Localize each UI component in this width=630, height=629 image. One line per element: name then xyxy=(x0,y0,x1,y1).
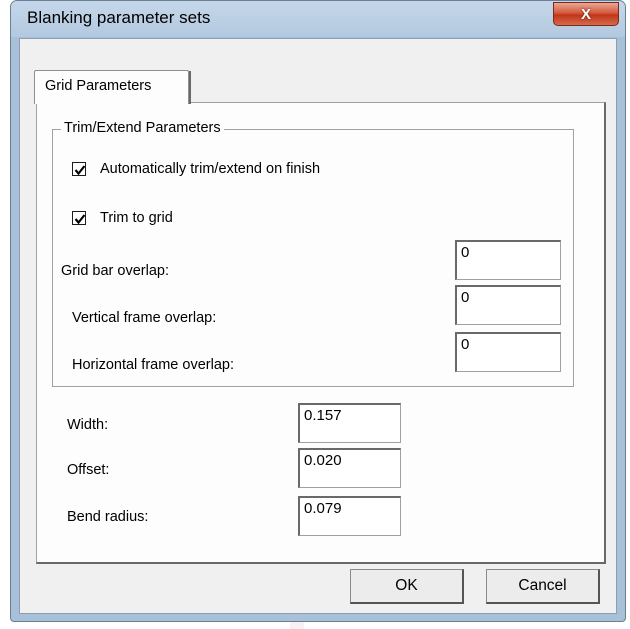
window-title: Blanking parameter sets xyxy=(27,8,211,27)
tab-panel: Trim/Extend Parameters Automatically tri… xyxy=(36,102,606,564)
ok-button[interactable]: OK xyxy=(350,569,464,604)
dialog-client-area: Grid Parameters Trim/Extend Parameters A… xyxy=(19,38,617,614)
width-input[interactable]: 0.157 xyxy=(298,403,401,443)
tab-grid-parameters[interactable]: Grid Parameters xyxy=(34,70,191,104)
offset-input[interactable]: 0.020 xyxy=(298,448,401,488)
checkmark-icon xyxy=(74,165,86,176)
trim-to-grid-label: Trim to grid xyxy=(100,210,173,226)
horizontal-frame-overlap-input[interactable]: 0 xyxy=(455,332,561,372)
groupbox-legend: Trim/Extend Parameters xyxy=(61,120,224,136)
bend-radius-label: Bend radius: xyxy=(67,509,149,525)
trim-to-grid-checkbox[interactable] xyxy=(72,211,86,225)
tab-label: Grid Parameters xyxy=(45,78,152,94)
vertical-frame-overlap-label: Vertical frame overlap: xyxy=(72,310,217,326)
close-icon: X xyxy=(580,5,591,23)
checkmark-icon xyxy=(74,214,86,225)
close-button[interactable]: X xyxy=(553,2,619,26)
width-label: Width: xyxy=(67,417,109,433)
trim-to-grid-checkbox-row[interactable]: Trim to grid xyxy=(72,210,173,226)
trim-extend-groupbox: Trim/Extend Parameters Automatically tri… xyxy=(52,120,574,387)
horizontal-frame-overlap-label: Horizontal frame overlap: xyxy=(72,357,234,373)
bend-radius-input[interactable]: 0.079 xyxy=(298,496,401,536)
cancel-button[interactable]: Cancel xyxy=(486,569,600,604)
auto-trim-extend-label: Automatically trim/extend on finish xyxy=(100,161,321,177)
grid-bar-overlap-label: Grid bar overlap: xyxy=(61,263,169,279)
auto-trim-extend-checkbox-row[interactable]: Automatically trim/extend on finish xyxy=(72,161,320,177)
auto-trim-extend-checkbox[interactable] xyxy=(72,162,86,176)
vertical-frame-overlap-input[interactable]: 0 xyxy=(455,285,561,325)
offset-label: Offset: xyxy=(67,462,110,478)
grid-bar-overlap-input[interactable]: 0 xyxy=(455,240,561,280)
title-bar[interactable]: Blanking parameter sets X xyxy=(11,1,625,37)
dialog-window: Blanking parameter sets X Grid Parameter… xyxy=(10,0,626,622)
